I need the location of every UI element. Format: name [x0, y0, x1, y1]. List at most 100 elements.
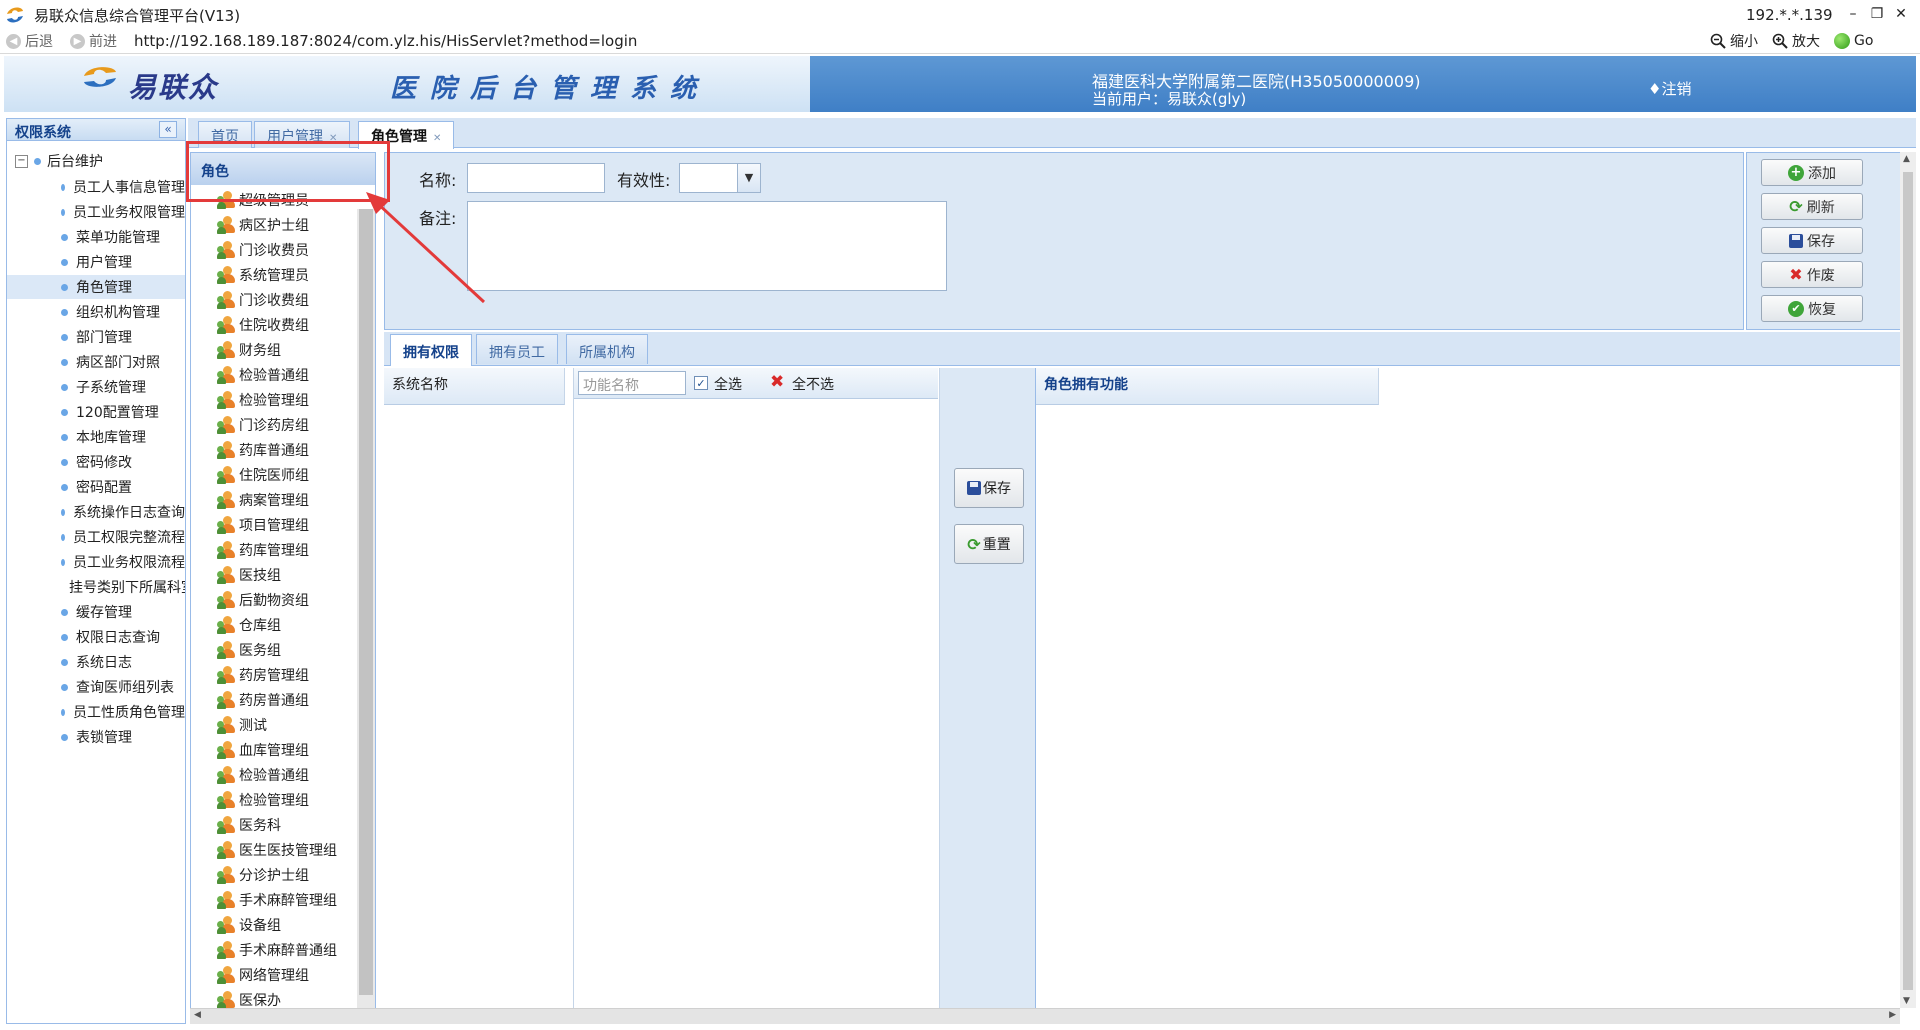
sidebar-item[interactable]: 系统日志: [7, 650, 185, 674]
role-item[interactable]: 检验普通组: [217, 362, 309, 387]
role-item[interactable]: 门诊收费组: [217, 287, 309, 312]
sidebar-item-label: 权限日志查询: [76, 630, 160, 646]
role-item[interactable]: 检验管理组: [217, 387, 309, 412]
role-item[interactable]: 检验管理组: [217, 787, 309, 812]
tab-permissions[interactable]: 拥有权限: [390, 334, 472, 366]
validity-select[interactable]: ▼: [679, 163, 761, 193]
window-title: 易联众信息综合管理平台(V13): [34, 7, 241, 25]
chevron-down-icon[interactable]: ▼: [737, 164, 760, 192]
sidebar-item[interactable]: 系统操作日志查询: [7, 500, 185, 524]
remark-textarea[interactable]: [467, 201, 947, 291]
scrollbar-thumb[interactable]: [1903, 172, 1913, 990]
restore-button[interactable]: ❐: [1866, 3, 1888, 25]
system-name-column-header[interactable]: 系统名称: [384, 368, 565, 405]
sidebar-item[interactable]: 员工权限完整流程: [7, 525, 185, 549]
sidebar-item[interactable]: 表锁管理: [7, 725, 185, 749]
add-button[interactable]: + 添加: [1761, 159, 1863, 186]
sidebar-item[interactable]: 密码配置: [7, 475, 185, 499]
role-item[interactable]: 后勤物资组: [217, 587, 309, 612]
tab-employees[interactable]: 拥有员工: [476, 334, 558, 364]
sidebar-item[interactable]: 员工业务权限管理: [7, 200, 185, 224]
tab-close-icon[interactable]: ✕: [433, 133, 441, 144]
sidebar-item[interactable]: 密码修改: [7, 450, 185, 474]
role-item[interactable]: 检验普通组: [217, 762, 309, 787]
role-item[interactable]: 系统管理员: [217, 262, 309, 287]
close-button[interactable]: ✕: [1890, 3, 1912, 25]
role-list-scrollbar[interactable]: [357, 209, 375, 1023]
void-button[interactable]: ✖ 作废: [1761, 261, 1863, 288]
scroll-left-icon[interactable]: ◀: [194, 1010, 201, 1020]
sidebar-item[interactable]: 缓存管理: [7, 600, 185, 624]
sidebar-item[interactable]: 部门管理: [7, 325, 185, 349]
main-horizontal-scrollbar[interactable]: ◀ ▶: [190, 1008, 1900, 1024]
scroll-down-icon[interactable]: ▼: [1903, 996, 1910, 1006]
refresh-button[interactable]: ⟳ 刷新: [1761, 193, 1863, 220]
role-item[interactable]: 门诊药房组: [217, 412, 309, 437]
url-field[interactable]: http://192.168.189.187:8024/com.ylz.his/…: [134, 32, 637, 50]
scroll-up-icon[interactable]: ▲: [1903, 154, 1910, 164]
sidebar-item[interactable]: 组织机构管理: [7, 300, 185, 324]
sidebar-item[interactable]: 菜单功能管理: [7, 225, 185, 249]
sidebar-item[interactable]: 角色管理: [7, 275, 185, 299]
sidebar-item[interactable]: 挂号类别下所属科室: [7, 575, 185, 599]
select-all-checkbox[interactable]: ✓: [694, 376, 708, 390]
tree-root[interactable]: − 后台维护: [15, 151, 103, 171]
go-button[interactable]: Go: [1834, 31, 1873, 51]
role-item[interactable]: 医技组: [217, 562, 281, 587]
sidebar-item[interactable]: 权限日志查询: [7, 625, 185, 649]
forward-button[interactable]: ▶ 前进: [70, 31, 117, 51]
role-item[interactable]: 住院收费组: [217, 312, 309, 337]
role-item[interactable]: 血库管理组: [217, 737, 309, 762]
sidebar-item[interactable]: 120配置管理: [7, 400, 185, 424]
role-item[interactable]: 测试: [217, 712, 267, 737]
role-item[interactable]: 病区护士组: [217, 212, 309, 237]
role-item[interactable]: 医务组: [217, 637, 281, 662]
sidebar-item[interactable]: 查询医师组列表: [7, 675, 185, 699]
role-item[interactable]: 医务科: [217, 812, 281, 837]
function-search-input[interactable]: 功能名称: [578, 371, 686, 395]
role-item[interactable]: 手术麻醉普通组: [217, 937, 337, 962]
sidebar-item[interactable]: 子系统管理: [7, 375, 185, 399]
permissions-reset-button[interactable]: ⟳ 重置: [954, 524, 1024, 564]
main-vertical-scrollbar[interactable]: ▲ ▼: [1900, 152, 1916, 1008]
scrollbar-thumb[interactable]: [359, 209, 373, 995]
role-item[interactable]: 分诊护士组: [217, 862, 309, 887]
role-item[interactable]: 药房管理组: [217, 662, 309, 687]
user-group-icon: [217, 415, 235, 434]
deselect-all-label[interactable]: 全不选: [792, 374, 834, 394]
zoom-in-button[interactable]: 放大: [1772, 31, 1820, 51]
role-item[interactable]: 药库普通组: [217, 437, 309, 462]
role-item[interactable]: 门诊收费员: [217, 237, 309, 262]
role-item[interactable]: 网络管理组: [217, 962, 309, 987]
role-item[interactable]: 住院医师组: [217, 462, 309, 487]
role-item[interactable]: 仓库组: [217, 612, 281, 637]
role-item[interactable]: 项目管理组: [217, 512, 309, 537]
logout-link[interactable]: ♦注销: [1648, 78, 1691, 99]
sidebar-item[interactable]: 员工人事信息管理: [7, 175, 185, 199]
permissions-save-button[interactable]: 保存: [954, 468, 1024, 508]
tab-organizations[interactable]: 所属机构: [566, 334, 648, 364]
zoom-out-button[interactable]: 缩小: [1710, 31, 1758, 51]
select-all-label[interactable]: 全选: [714, 374, 742, 394]
role-item[interactable]: 手术麻醉管理组: [217, 887, 337, 912]
save-button[interactable]: 保存: [1761, 227, 1863, 254]
deselect-all-icon[interactable]: ✖: [770, 372, 784, 392]
collapse-sidebar-icon[interactable]: «: [159, 121, 177, 138]
role-item[interactable]: 财务组: [217, 337, 281, 362]
tree-collapse-icon[interactable]: −: [15, 154, 28, 168]
sidebar-item[interactable]: 用户管理: [7, 250, 185, 274]
sidebar-item[interactable]: 本地库管理: [7, 425, 185, 449]
role-item[interactable]: 病案管理组: [217, 487, 309, 512]
role-item[interactable]: 医生医技管理组: [217, 837, 337, 862]
sidebar-item[interactable]: 病区部门对照: [7, 350, 185, 374]
back-button[interactable]: ◀ 后退: [6, 31, 53, 51]
scroll-right-icon[interactable]: ▶: [1889, 1010, 1896, 1020]
restore-button-action[interactable]: ✔ 恢复: [1761, 295, 1863, 322]
sidebar-item[interactable]: 员工性质角色管理: [7, 700, 185, 724]
role-item[interactable]: 设备组: [217, 912, 281, 937]
role-functions-column-header[interactable]: 角色拥有功能: [1036, 368, 1379, 405]
minimize-button[interactable]: –: [1842, 3, 1864, 25]
sidebar-item[interactable]: 员工业务权限流程: [7, 550, 185, 574]
role-item[interactable]: 药库管理组: [217, 537, 309, 562]
role-item[interactable]: 药房普通组: [217, 687, 309, 712]
